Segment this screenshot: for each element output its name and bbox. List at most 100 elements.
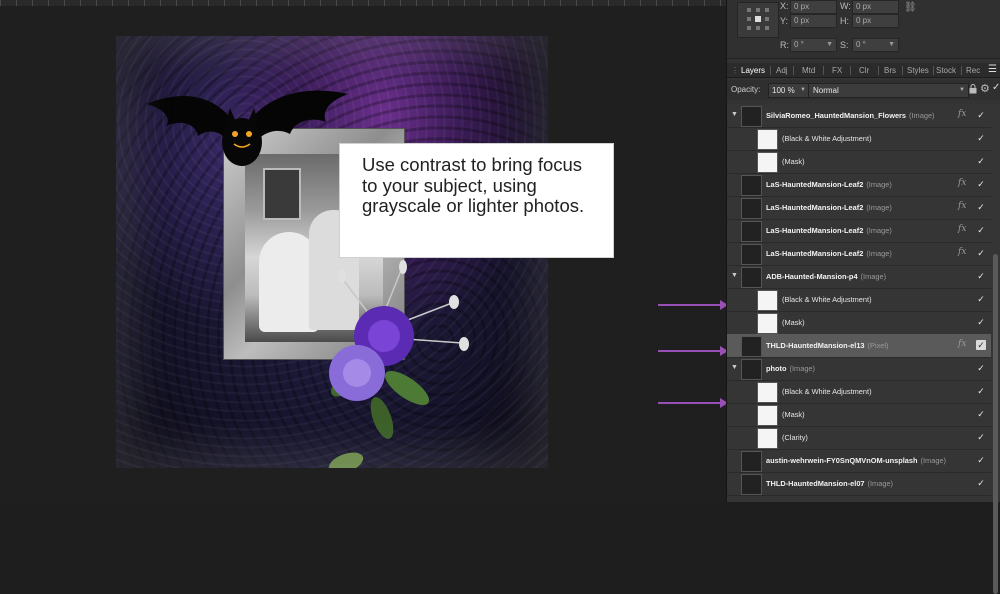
layer-row[interactable]: LaS-HauntedMansion-Leaf2 (Image) fx ✓ xyxy=(727,219,991,243)
layer-row[interactable]: (Black & White Adjustment) ✓ xyxy=(727,127,991,151)
layer-visibility-checkbox[interactable]: ✓ xyxy=(976,271,986,281)
shear-field[interactable]: 0 ° ▼ xyxy=(852,38,899,52)
layer-visibility-checkbox[interactable]: ✓ xyxy=(976,409,986,419)
document-canvas[interactable]: Use contrast to bring focus to your subj… xyxy=(0,0,728,502)
layer-name-text: photo xyxy=(766,364,787,373)
fx-icon[interactable]: fx xyxy=(958,247,966,257)
tab-stock[interactable]: Stock xyxy=(936,64,956,77)
layer-options-bar: Opacity: 100 % ▼ Normal ▼ ⚙ ✓ xyxy=(727,80,1000,100)
tab-recorder[interactable]: Rec xyxy=(966,64,980,77)
h-label: H: xyxy=(840,16,849,26)
fx-icon[interactable]: fx xyxy=(958,201,966,211)
layer-name-text: LaS-HauntedMansion-Leaf2 xyxy=(766,180,864,189)
layer-name: (Clarity) xyxy=(782,433,808,442)
y-label: Y: xyxy=(780,16,789,26)
tab-separator xyxy=(770,66,771,75)
layer-thumbnail xyxy=(741,451,762,472)
layer-visibility-checkbox[interactable]: ✓ xyxy=(976,110,986,120)
annotation-arrow-selected-layer xyxy=(658,346,728,356)
chevron-down-icon: ▼ xyxy=(826,41,833,48)
x-field[interactable]: 0 px xyxy=(790,0,837,14)
layer-visibility-checkbox[interactable]: ✓ xyxy=(976,248,986,258)
opacity-label: Opacity: xyxy=(731,85,761,94)
fx-icon[interactable]: fx xyxy=(958,224,966,234)
opacity-field[interactable]: 100 % ▼ xyxy=(768,83,809,98)
anchor-selector[interactable] xyxy=(737,2,779,38)
tab-color[interactable]: Clr xyxy=(859,64,869,77)
layer-kind: (Image) xyxy=(920,456,946,465)
layer-row[interactable]: ▼ photo (Image) ✓ xyxy=(727,357,991,381)
fx-icon[interactable]: fx xyxy=(958,178,966,188)
layer-visibility-checkbox[interactable]: ✓ xyxy=(976,202,986,212)
layer-row[interactable]: LaS-HauntedMansion-Leaf2 (Image) fx ✓ xyxy=(727,196,991,220)
tab-metadata[interactable]: Mtd xyxy=(802,64,815,77)
blend-mode-value: Normal xyxy=(813,86,839,95)
tab-layers[interactable]: Layers xyxy=(741,64,765,77)
layer-visibility-checkbox[interactable]: ✓ xyxy=(976,340,986,350)
fx-icon[interactable]: fx xyxy=(958,109,966,119)
rotation-value: 0 ° xyxy=(794,40,804,49)
layer-visibility-checkbox[interactable]: ✓ xyxy=(976,133,986,143)
lock-icon[interactable] xyxy=(969,84,977,94)
layer-row[interactable]: THLD-HauntedMansion-el07 (Image) ✓ xyxy=(727,472,991,496)
layer-kind: (Image) xyxy=(866,226,892,235)
layer-row[interactable]: (Clarity) ✓ xyxy=(727,426,991,450)
panel-grip-icon[interactable]: ⋮ xyxy=(731,66,739,75)
layer-row[interactable]: austin-wehrwein-FY0SnQMVnOM-unsplash (Ima… xyxy=(727,449,991,473)
layer-row[interactable]: ▼ ADB-Haunted-Mansion-p4 (Image) ✓ xyxy=(727,265,991,289)
h-field[interactable]: 0 px xyxy=(852,14,899,28)
disclosure-triangle-icon[interactable]: ▼ xyxy=(731,111,738,118)
layer-name: (Mask) xyxy=(782,157,805,166)
layer-name: LaS-HauntedMansion-Leaf2 (Image) xyxy=(766,226,892,235)
layer-visibility-checkbox[interactable]: ✓ xyxy=(976,455,986,465)
tab-separator xyxy=(961,66,962,75)
tab-styles[interactable]: Styles xyxy=(907,64,929,77)
layer-name-text: SilviaRomeo_HauntedMansion_Flowers xyxy=(766,111,907,120)
tab-fx[interactable]: FX xyxy=(832,64,842,77)
layers-list: ▼ SilviaRomeo_HauntedMansion_Flowers (Imag… xyxy=(727,104,1000,594)
layer-name-text: LaS-HauntedMansion-Leaf2 xyxy=(766,226,864,235)
layer-row[interactable]: LaS-HauntedMansion-Leaf2 (Image) fx ✓ xyxy=(727,173,991,197)
layer-row[interactable]: (Mask) ✓ xyxy=(727,150,991,174)
panel-menu-icon[interactable]: ☰ xyxy=(988,63,997,76)
layer-name-text: (Clarity) xyxy=(782,433,808,442)
layer-visibility-checkbox[interactable]: ✓ xyxy=(976,294,986,304)
layer-visibility-checkbox[interactable]: ✓ xyxy=(976,432,986,442)
layer-name: LaS-HauntedMansion-Leaf2 (Image) xyxy=(766,180,892,189)
layer-kind: (Image) xyxy=(789,364,815,373)
w-field[interactable]: 0 px xyxy=(852,0,899,14)
layer-visibility-checkbox[interactable]: ✓ xyxy=(976,225,986,235)
layers-scrollbar[interactable] xyxy=(993,254,998,594)
layer-row[interactable]: THLD-HauntedMansion-el13 (Pixel) fx ✓ xyxy=(727,334,991,358)
x-value: 0 px xyxy=(794,2,810,11)
layer-row[interactable]: LaS-HauntedMansion-Leaf2 (Image) fx ✓ xyxy=(727,242,991,266)
layer-thumbnail xyxy=(741,106,762,127)
layer-visibility-checkbox[interactable]: ✓ xyxy=(976,386,986,396)
layer-visibility-checkbox[interactable]: ✓ xyxy=(976,363,986,373)
blend-mode-select[interactable]: Normal ▼ xyxy=(808,83,969,98)
fx-icon[interactable]: fx xyxy=(958,339,966,349)
link-dimensions-icon[interactable]: ⛓ xyxy=(904,2,917,13)
layer-row[interactable]: (Mask) ✓ xyxy=(727,311,991,335)
layer-name: THLD-HauntedMansion-el13 (Pixel) xyxy=(766,341,889,350)
rotation-field[interactable]: 0 ° ▼ xyxy=(790,38,837,52)
layer-visibility-checkbox[interactable]: ✓ xyxy=(976,156,986,166)
layer-name-text: (Black & White Adjustment) xyxy=(782,387,872,396)
layer-row[interactable]: (Mask) ✓ xyxy=(727,403,991,427)
gear-icon[interactable]: ⚙ xyxy=(980,83,990,95)
layer-kind: (Image) xyxy=(909,111,935,120)
layer-row[interactable]: ▼ SilviaRomeo_HauntedMansion_Flowers (Imag… xyxy=(727,104,991,128)
disclosure-triangle-icon[interactable]: ▼ xyxy=(731,272,738,279)
layer-visibility-checkbox[interactable]: ✓ xyxy=(976,179,986,189)
layer-thumbnail xyxy=(757,313,778,334)
layer-visibility-checkbox[interactable]: ✓ xyxy=(976,317,986,327)
visibility-check-icon[interactable]: ✓ xyxy=(992,82,1000,93)
layer-row[interactable]: (Black & White Adjustment) ✓ xyxy=(727,288,991,312)
layer-row[interactable]: (Black & White Adjustment) ✓ xyxy=(727,380,991,404)
y-field[interactable]: 0 px xyxy=(790,14,837,28)
tab-adjustments[interactable]: Adj xyxy=(776,64,788,77)
layer-visibility-checkbox[interactable]: ✓ xyxy=(976,478,986,488)
tab-brushes[interactable]: Brs xyxy=(884,64,896,77)
disclosure-triangle-icon[interactable]: ▼ xyxy=(731,364,738,371)
layer-name: (Black & White Adjustment) xyxy=(782,387,872,396)
